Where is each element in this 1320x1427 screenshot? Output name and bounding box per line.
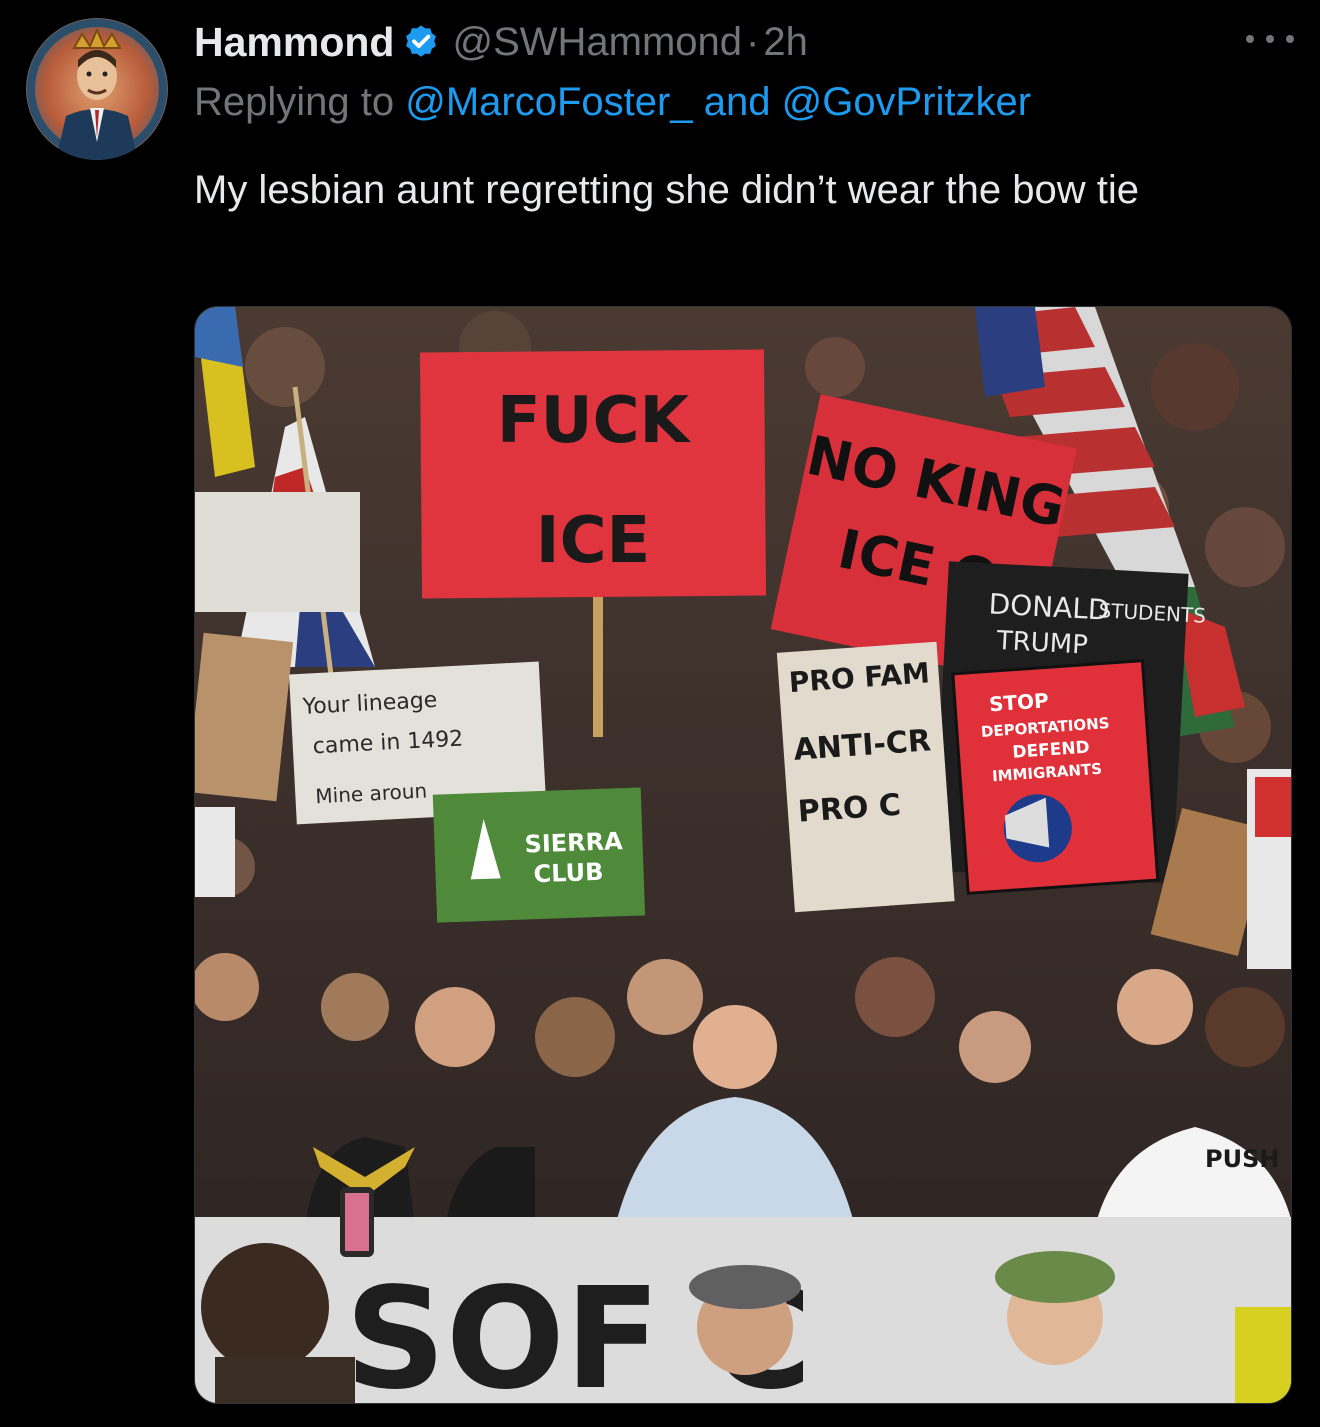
timestamp[interactable]: 2h (763, 20, 808, 65)
verified-badge-icon (402, 23, 440, 61)
sign-pro-family: PRO FAM ANTI-CR PRO C (776, 641, 955, 913)
protest-photo: FUCK ICE NO KING ICE O DONALD TRUMP STUD… (195, 307, 1291, 1403)
avatar-image (26, 18, 168, 160)
more-dot (1286, 35, 1294, 43)
reply-mention-1[interactable]: @MarcoFoster_ (405, 80, 692, 124)
sign-sierra-line2: CLUB (533, 858, 604, 888)
sign-donald-line2: TRUMP (995, 626, 1089, 661)
sign-stop-deportations: STOP DEPORTATIONS DEFEND IMMIGRANTS (951, 658, 1160, 895)
sign-fuck-ice-line2: ICE (536, 504, 651, 578)
reply-joiner: and (703, 80, 771, 124)
tweet-photo[interactable]: FUCK ICE NO KING ICE O DONALD TRUMP STUD… (194, 306, 1292, 1404)
replying-prefix: Replying to (194, 80, 395, 124)
reply-mention-2[interactable]: @GovPritzker (782, 80, 1032, 124)
sign-stop-line1: STOP (988, 688, 1049, 716)
sign-left-partial (195, 492, 360, 612)
separator-dot: · (746, 19, 760, 64)
sign-donald-line1: DONALD (988, 587, 1110, 626)
user-handle[interactable]: @SWHammond (452, 20, 742, 65)
display-name[interactable]: Hammond (194, 19, 394, 66)
tweet-text: My lesbian aunt regretting she didn’t we… (194, 168, 1139, 212)
more-options-icon[interactable] (1246, 26, 1294, 52)
more-dot (1246, 35, 1254, 43)
sign-sierra-club: SIERRA CLUB (432, 787, 646, 923)
sign-sierra-line1: SIERRA (524, 827, 623, 858)
sign-pro-line3: PRO C (797, 788, 902, 830)
replying-to-line: Replying to @MarcoFoster_ and @GovPritzk… (194, 80, 1031, 125)
more-dot (1266, 35, 1274, 43)
shirt-text: PUSH (1205, 1145, 1279, 1173)
sign-fuck-ice-line1: FUCK (497, 384, 692, 458)
tweet[interactable]: Hammond @SWHammond · 2h Replying to @Mar… (0, 0, 1320, 1427)
avatar[interactable] (26, 18, 168, 160)
tweet-header: Hammond @SWHammond · 2h (194, 14, 808, 70)
